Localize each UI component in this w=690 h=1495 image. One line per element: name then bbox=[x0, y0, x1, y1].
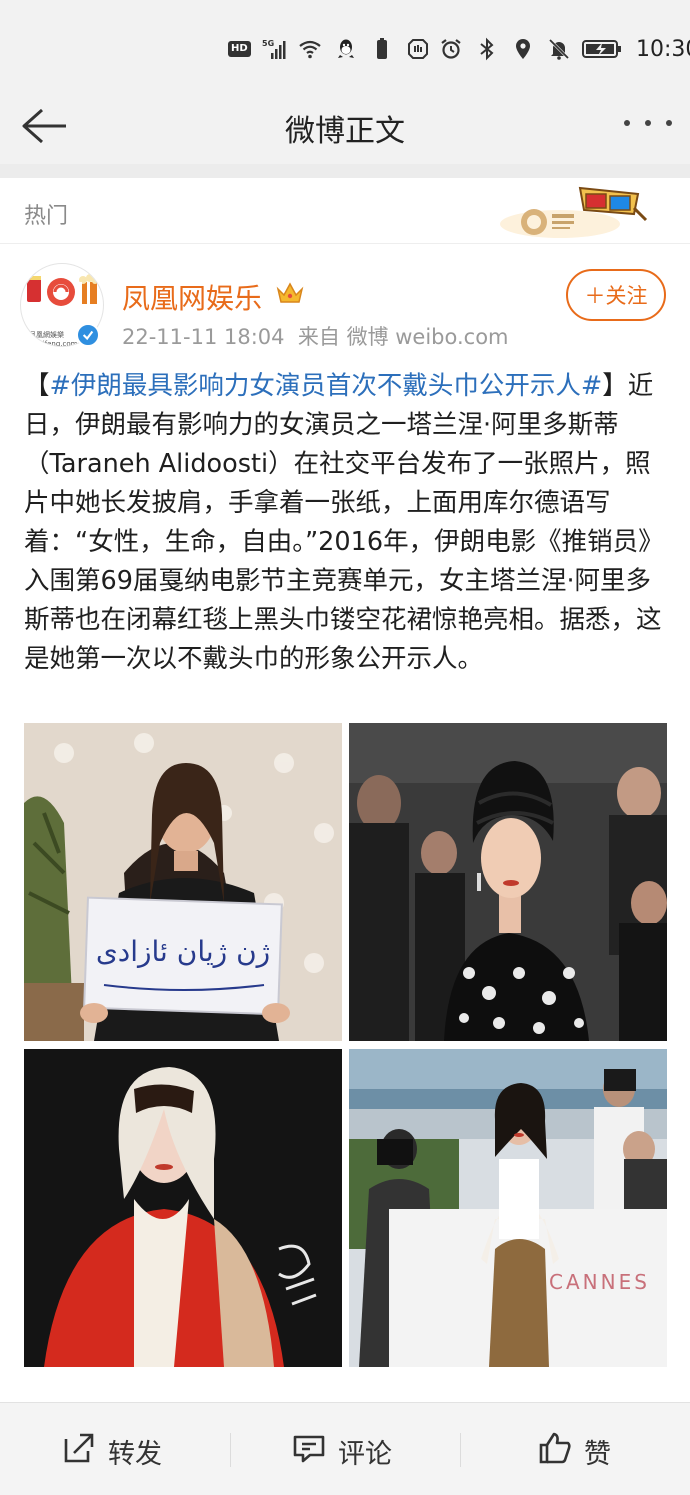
bluetooth-icon bbox=[474, 36, 500, 62]
post-source: 微博 weibo.com bbox=[346, 325, 509, 349]
crown-icon bbox=[276, 281, 304, 305]
network-type-label: 5G bbox=[262, 39, 274, 48]
hashtag-link[interactable]: #伊朗最具影响力女演员首次不戴头巾公开示人# bbox=[50, 371, 603, 401]
photo-red-carpet-turban[interactable] bbox=[349, 723, 667, 1041]
like-button[interactable]: 赞 bbox=[538, 1431, 611, 1471]
page-title: 微博正文 bbox=[285, 114, 405, 149]
alarm-icon bbox=[438, 36, 464, 62]
shield-icon bbox=[405, 36, 431, 62]
comment-icon bbox=[292, 1431, 326, 1472]
hot-label: 热门 bbox=[24, 204, 69, 229]
signal-5g-icon: 5G bbox=[261, 36, 287, 62]
backdrop-text: CANNES bbox=[549, 1270, 650, 1294]
comment-label: 评论 bbox=[338, 1438, 392, 1470]
status-time: 10:30 bbox=[636, 36, 690, 62]
status-bar: HD 5G 10:30 bbox=[0, 0, 690, 98]
status-left-icons: HD 5G bbox=[228, 36, 431, 62]
battery-saver-icon bbox=[369, 36, 395, 62]
action-bar: 转发 评论 赞 bbox=[0, 1402, 690, 1495]
thumbs-up-icon bbox=[538, 1431, 572, 1472]
post-from-label: 来自 bbox=[297, 325, 340, 349]
mute-icon bbox=[546, 36, 572, 62]
wifi-icon bbox=[297, 36, 323, 62]
comment-button[interactable]: 评论 bbox=[292, 1431, 392, 1471]
repost-button[interactable]: 转发 bbox=[62, 1431, 162, 1471]
action-divider bbox=[460, 1433, 461, 1467]
battery-charging-icon bbox=[582, 36, 622, 62]
post-body: 近日，伊朗最有影响力的女演员之一塔兰涅·阿里多斯蒂（Taraneh Alidoo… bbox=[24, 371, 664, 674]
photo-red-coat-scarf[interactable] bbox=[24, 1049, 342, 1367]
bracket-open: 【 bbox=[24, 371, 50, 401]
status-right-icons: 10:30 bbox=[438, 36, 690, 62]
action-divider bbox=[230, 1433, 231, 1467]
photo-cannes-photocall[interactable]: CANNES bbox=[349, 1049, 667, 1367]
more-dots-icon[interactable] bbox=[624, 108, 672, 138]
hot-section-header: 热门 bbox=[0, 178, 690, 244]
verified-check-icon bbox=[76, 323, 100, 347]
post-text: 【#伊朗最具影响力女演员首次不戴头巾公开示人#】近日，伊朗最有影响力的女演员之一… bbox=[24, 367, 670, 679]
sign-text: ژن ژیان ئازادی bbox=[96, 935, 270, 968]
image-grid: ژن ژیان ئازادی CANNES bbox=[24, 723, 667, 1367]
nav-bar: 微博正文 bbox=[0, 98, 690, 164]
section-separator bbox=[0, 164, 690, 178]
photo-sign-holding[interactable]: ژن ژیان ئازادی bbox=[24, 723, 342, 1041]
bracket-close: 】 bbox=[602, 371, 628, 401]
follow-button[interactable]: ＋关注 bbox=[566, 269, 666, 321]
post-meta: 22-11-11 18:04 来自 微博 weibo.com bbox=[122, 321, 509, 351]
hd-icon: HD bbox=[228, 41, 251, 57]
repost-label: 转发 bbox=[108, 1438, 162, 1470]
location-icon bbox=[510, 36, 536, 62]
post-date: 22-11-11 18:04 bbox=[122, 325, 285, 349]
repost-icon bbox=[62, 1431, 96, 1472]
like-label: 赞 bbox=[584, 1438, 611, 1470]
popcorn-3d-glasses-badge bbox=[500, 184, 650, 240]
qq-icon bbox=[333, 36, 359, 62]
author-name[interactable]: 凤凰网娱乐 bbox=[122, 277, 262, 317]
